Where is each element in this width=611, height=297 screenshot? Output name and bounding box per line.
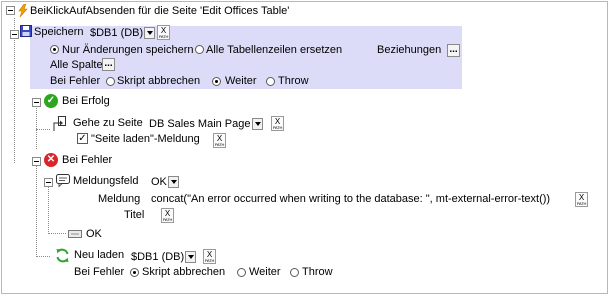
on-error-branch-label: Bei Fehler — [62, 154, 113, 166]
ok-button-label: OK — [86, 228, 102, 240]
reload-label: Neu laden — [74, 249, 125, 261]
xpath-button[interactable]: X PATH — [213, 133, 226, 148]
goto-page-dropdown[interactable] — [252, 118, 263, 130]
xpath-button[interactable]: X PATH — [157, 25, 170, 40]
message-box-value[interactable]: OK — [151, 176, 167, 188]
radio-reload-continue-label: Weiter — [249, 266, 281, 278]
tree-line — [36, 166, 37, 257]
reload-icon — [56, 248, 69, 263]
radio-changes-only-label: Nur Änderungen speichern — [62, 44, 194, 56]
radio-reload-throw-label: Throw — [302, 266, 333, 278]
all-columns-ellipsis-button[interactable]: ... — [102, 58, 115, 71]
tree-line — [36, 129, 50, 130]
check-circle-icon: ✓ — [44, 94, 58, 108]
on-success-label: Bei Erfolg — [62, 95, 110, 107]
error-circle-icon: ✕ — [44, 153, 58, 167]
relations-label: Beziehungen — [377, 44, 442, 56]
relations-ellipsis-button[interactable]: ... — [447, 44, 460, 57]
radio-throw[interactable] — [266, 77, 275, 86]
radio-continue[interactable] — [212, 77, 221, 86]
message-box-icon — [56, 174, 70, 187]
radio-reload-abort-script-label: Skript abbrechen — [142, 266, 226, 278]
reload-source-value[interactable]: $DB1 (DB) — [131, 251, 184, 263]
collapse-toggle[interactable] — [32, 157, 41, 166]
message-box-label: Meldungsfeld — [73, 175, 139, 187]
message-field-label: Meldung — [98, 193, 141, 205]
radio-replace-all[interactable] — [195, 45, 204, 54]
collapse-toggle[interactable] — [6, 6, 15, 15]
lightning-icon — [18, 4, 28, 17]
tree-line — [36, 256, 50, 257]
action-tree-panel: BeiKlickAufAbsenden für die Seite 'Edit … — [1, 1, 608, 294]
message-xpath-value[interactable]: concat("An error occurred when writing t… — [151, 193, 550, 205]
on-error-label: Bei Fehler — [50, 75, 101, 87]
load-message-label: "Seite laden"-Meldung — [91, 133, 200, 145]
floppy-disk-icon — [20, 25, 32, 37]
radio-reload-throw[interactable] — [290, 268, 299, 277]
title-field-label: Titel — [124, 209, 145, 221]
tree-line — [48, 233, 66, 234]
button-icon — [68, 230, 82, 238]
radio-reload-continue[interactable] — [237, 268, 246, 277]
save-source-value[interactable]: $DB1 (DB) — [90, 27, 143, 39]
save-action-label: Speichern — [34, 26, 84, 38]
radio-abort-script[interactable] — [106, 77, 115, 86]
xpath-button[interactable]: X PATH — [161, 208, 174, 223]
event-title: BeiKlickAufAbsenden für die Seite 'Edit … — [30, 5, 290, 17]
radio-replace-all-label: Alle Tabellenzeilen ersetzen — [206, 44, 343, 56]
xpath-button[interactable]: X PATH — [271, 116, 284, 131]
tree-line — [48, 187, 49, 234]
reload-on-error-label: Bei Fehler — [74, 266, 125, 278]
goto-page-label: Gehe zu Seite — [73, 117, 143, 129]
xpath-button[interactable]: X PATH — [203, 249, 216, 264]
save-source-dropdown[interactable] — [144, 27, 155, 39]
collapse-toggle[interactable] — [10, 30, 19, 39]
goto-page-icon — [53, 116, 66, 131]
radio-throw-label: Throw — [278, 75, 309, 87]
all-columns-label: Alle Spalten — [50, 59, 109, 71]
collapse-toggle[interactable] — [32, 98, 41, 107]
radio-changes-only[interactable] — [50, 45, 59, 54]
radio-abort-script-label: Skript abbrechen — [117, 75, 201, 87]
reload-source-dropdown[interactable] — [185, 251, 196, 263]
message-box-dropdown[interactable] — [168, 176, 179, 188]
radio-reload-abort-script[interactable] — [130, 268, 139, 277]
tree-line — [14, 18, 15, 163]
load-message-checkbox[interactable]: ✓ — [77, 133, 88, 144]
radio-continue-label: Weiter — [225, 75, 257, 87]
goto-page-value[interactable]: DB Sales Main Page — [149, 118, 251, 130]
collapse-toggle[interactable] — [44, 178, 53, 187]
xpath-button[interactable]: X PATH — [575, 192, 588, 207]
